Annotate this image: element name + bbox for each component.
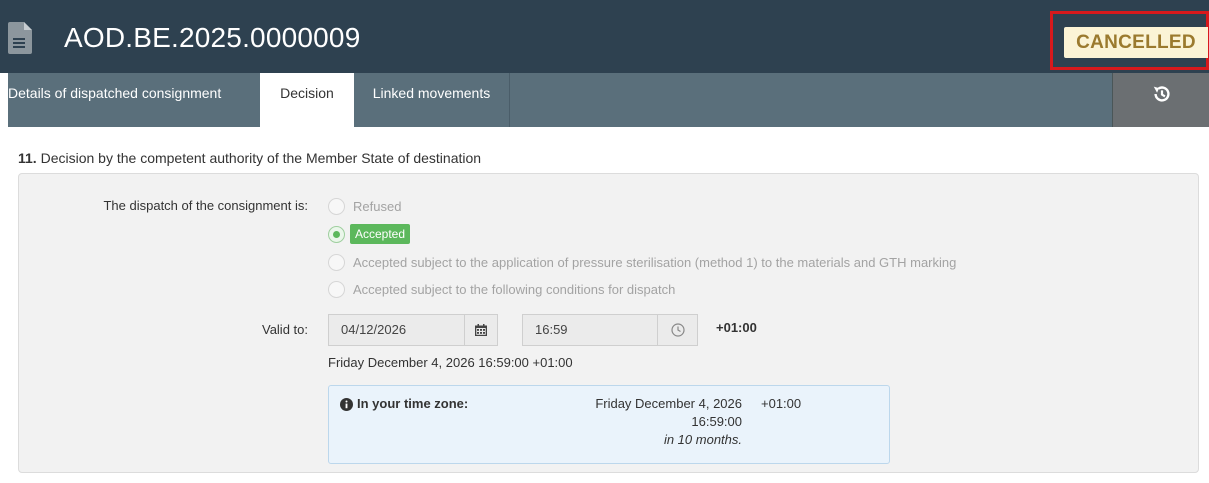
relative-time: in 10 months. — [663, 432, 742, 447]
tab-bar: Details of dispatched consignment Decisi… — [8, 73, 1209, 127]
history-icon — [1153, 86, 1170, 102]
info-icon — [340, 398, 353, 411]
dispatch-decision-label: The dispatch of the consignment is: — [103, 198, 308, 213]
tab-linked-movements[interactable]: Linked movements — [354, 73, 510, 127]
valid-to-long-date: Friday December 4, 2026 16:59:00 +01:00 — [328, 355, 573, 370]
valid-to-label: Valid to: — [261, 322, 308, 337]
radio-label: Refused — [353, 198, 402, 214]
document-icon — [8, 22, 32, 54]
valid-to-date-input[interactable]: 04/12/2026 — [328, 314, 465, 346]
radio-option-accepted-pressure-sterilisation[interactable]: Accepted subject to the application of p… — [328, 252, 956, 272]
radio-label: Accepted subject to the following condit… — [353, 281, 676, 297]
section-title-text: Decision by the competent authority of t… — [40, 150, 482, 166]
radio-option-refused[interactable]: Refused — [328, 196, 401, 216]
calendar-icon — [475, 324, 487, 336]
section-heading: 11. Decision by the competent authority … — [18, 150, 481, 166]
clock-button[interactable] — [658, 314, 698, 346]
clock-icon — [670, 323, 685, 337]
accepted-label-tag: Accepted — [350, 224, 411, 244]
section-number: 11. — [18, 150, 37, 166]
radio-button[interactable] — [328, 280, 345, 298]
local-date: Friday December 4, 2026 — [595, 396, 742, 411]
radio-option-accepted[interactable]: Accepted — [328, 224, 411, 244]
local-time: 16:59:00 — [691, 414, 742, 429]
history-button[interactable] — [1112, 73, 1209, 127]
local-offset: +01:00 — [761, 396, 802, 411]
radio-button[interactable] — [328, 197, 345, 215]
radio-button-selected[interactable] — [328, 225, 345, 243]
page-title: AOD.BE.2025.0000009 — [64, 22, 361, 53]
tab-details-of-dispatched-consignment[interactable]: Details of dispatched consignment — [8, 73, 260, 127]
radio-label: Accepted subject to the application of p… — [353, 254, 957, 270]
radio-option-accepted-conditions[interactable]: Accepted subject to the following condit… — [328, 279, 675, 299]
your-time-zone-label: In your time zone: — [357, 396, 469, 411]
tab-decision[interactable]: Decision — [260, 73, 354, 127]
timezone-info-box: In your time zone: Friday December 4, 20… — [328, 385, 890, 464]
radio-button[interactable] — [328, 253, 345, 271]
timezone-offset: +01:00 — [716, 320, 757, 335]
calendar-button[interactable] — [465, 314, 498, 346]
page-header: AOD.BE.2025.0000009 — [0, 0, 1209, 73]
status-badge: CANCELLED — [1064, 27, 1208, 58]
valid-to-time-input[interactable]: 16:59 — [522, 314, 658, 346]
